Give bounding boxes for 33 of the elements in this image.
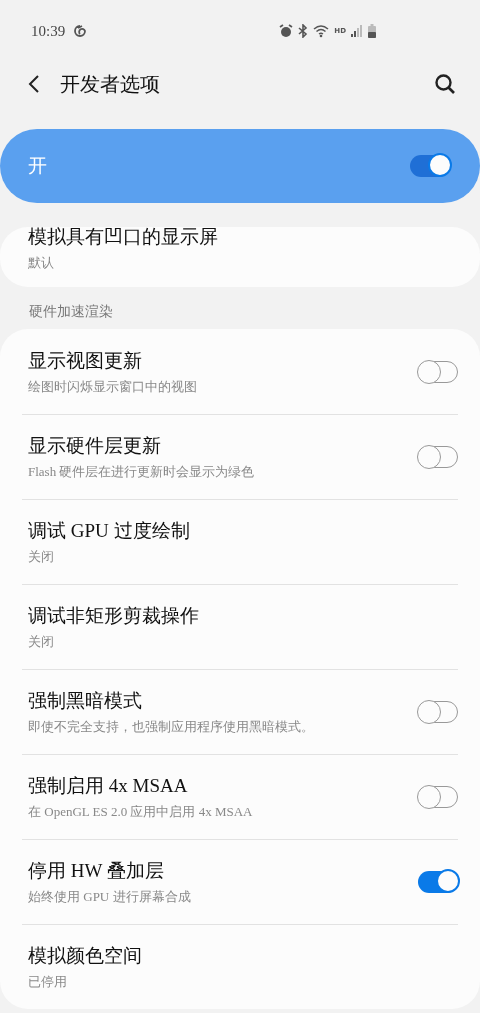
setting-subtitle: 关闭: [28, 633, 55, 651]
setting-subtitle: 关闭: [28, 548, 55, 566]
setting-subtitle: 已停用: [28, 973, 68, 991]
setting-title: 显示硬件层更新: [28, 434, 162, 458]
setting-row[interactable]: 模拟具有凹口的显示屏 默认: [0, 227, 480, 287]
battery-icon: [368, 24, 376, 38]
setting-subtitle: 始终使用 GPU 进行屏幕合成: [28, 888, 192, 906]
setting-title: 模拟颜色空间: [28, 944, 143, 968]
back-icon: [28, 74, 40, 94]
signal-icon: [351, 25, 363, 37]
setting-title: 强制黑暗模式: [28, 689, 143, 713]
master-toggle[interactable]: [410, 155, 450, 177]
toggle-switch[interactable]: [418, 871, 458, 893]
setting-title: 停用 HW 叠加层: [28, 859, 165, 883]
bluetooth-icon: [298, 24, 309, 38]
status-time: 10:39: [31, 22, 66, 40]
section-header: 硬件加速渲染: [28, 303, 114, 321]
setting-title: 调试 GPU 过度绘制: [28, 519, 191, 543]
alarm-icon: [279, 24, 294, 38]
setting-title: 显示视图更新: [28, 348, 143, 373]
master-switch-label: 开: [28, 154, 47, 178]
page-title: 开发者选项: [60, 71, 160, 97]
setting-title: 模拟具有凹口的显示屏: [28, 225, 219, 249]
setting-subtitle: 默认: [28, 254, 55, 272]
setting-subtitle: Flash 硬件层在进行更新时会显示为绿色: [28, 463, 256, 481]
setting-subtitle: 即使不完全支持，也强制应用程序使用黑暗模式。: [28, 718, 315, 736]
setting-title: 强制启用 4x MSAA: [28, 774, 189, 798]
setting-subtitle: 绘图时闪烁显示窗口中的视图: [28, 377, 198, 396]
setting-title: 调试非矩形剪裁操作: [28, 604, 200, 628]
swirl-icon: [73, 24, 88, 38]
setting-subtitle: 在 OpenGL ES 2.0 应用中启用 4x MSAA: [28, 803, 254, 821]
wifi-icon: [313, 24, 330, 38]
search-icon: [434, 73, 456, 95]
